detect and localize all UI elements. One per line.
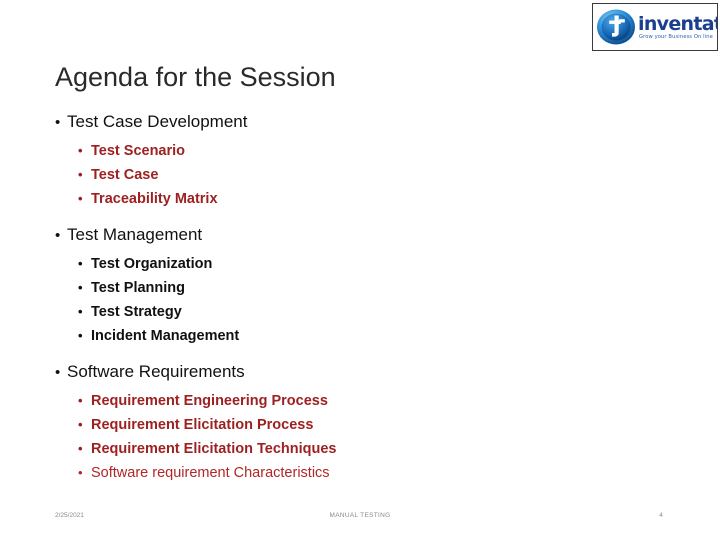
agenda-section-test-management: • Test Management • Test Organization • … <box>55 223 675 348</box>
bullet-icon: • <box>55 227 61 244</box>
list-item-label: Software requirement Characteristics <box>91 465 330 481</box>
logo-tagline: Grow your Business On line <box>639 33 713 40</box>
bullet-icon: • <box>78 441 83 456</box>
bullet-icon: • <box>78 143 83 158</box>
list-item-label: Requirement Elicitation Techniques <box>91 441 337 457</box>
bullet-icon: • <box>78 465 83 480</box>
bullet-icon: • <box>78 304 83 319</box>
list-item: • Test Strategy <box>78 300 675 324</box>
list-item: • Requirement Elicitation Techniques <box>78 437 675 461</box>
list-item-label: Incident Management <box>91 328 240 344</box>
section-heading-label: Test Management <box>67 225 203 244</box>
company-logo: inventateq Grow your Business On line <box>592 3 718 51</box>
bullet-icon: • <box>78 328 83 343</box>
slide-title: Agenda for the Session <box>55 62 336 92</box>
section-heading-label: Test Case Development <box>67 112 248 131</box>
list-item-label: Test Planning <box>91 280 185 296</box>
list-item: • Requirement Engineering Process <box>78 389 675 413</box>
list-item: • Traceability Matrix <box>78 187 675 211</box>
section-sublist: • Requirement Engineering Process • Requ… <box>55 389 675 485</box>
bullet-icon: • <box>78 280 83 295</box>
list-item: • Software requirement Characteristics <box>78 461 675 485</box>
list-item-label: Test Scenario <box>91 143 186 159</box>
list-item: • Incident Management <box>78 324 675 348</box>
list-item: • Requirement Elicitation Process <box>78 413 675 437</box>
section-sublist: • Test Organization • Test Planning • Te… <box>55 252 675 348</box>
section-heading-label: Software Requirements <box>67 362 245 381</box>
list-item: • Test Scenario <box>78 139 675 163</box>
slide-body: • Test Case Development • Test Scenario … <box>55 110 675 485</box>
section-heading: • Test Case Development <box>55 110 675 135</box>
agenda-section-test-case-development: • Test Case Development • Test Scenario … <box>55 110 675 211</box>
list-item: • Test Planning <box>78 276 675 300</box>
footer-page-number: 4 <box>659 512 663 519</box>
bullet-icon: • <box>78 191 83 206</box>
list-item-label: Test Case <box>91 167 159 183</box>
list-item-label: Requirement Elicitation Process <box>91 417 314 433</box>
slide-footer: 2/25/2021 MANUAL TESTING 4 <box>0 508 720 524</box>
logo-company-name: inventateq <box>638 13 717 35</box>
section-heading: • Test Management <box>55 223 675 248</box>
agenda-section-software-requirements: • Software Requirements • Requirement En… <box>55 360 675 485</box>
section-sublist: • Test Scenario • Test Case • Traceabili… <box>55 139 675 211</box>
bullet-icon: • <box>78 167 83 182</box>
section-heading: • Software Requirements <box>55 360 675 385</box>
bullet-icon: • <box>78 417 83 432</box>
list-item: • Test Case <box>78 163 675 187</box>
list-item-label: Requirement Engineering Process <box>91 393 328 409</box>
logo-wordmark: inventateq Grow your Business On line <box>637 14 717 41</box>
bullet-icon: • <box>78 393 83 408</box>
list-item-label: Test Strategy <box>91 304 182 320</box>
bullet-icon: • <box>55 114 61 131</box>
list-item-label: Test Organization <box>91 256 213 272</box>
list-item-label: Traceability Matrix <box>91 191 218 207</box>
bullet-icon: • <box>78 256 83 271</box>
inventateq-emblem-icon <box>595 6 637 48</box>
bullet-icon: • <box>55 364 61 381</box>
list-item: • Test Organization <box>78 252 675 276</box>
